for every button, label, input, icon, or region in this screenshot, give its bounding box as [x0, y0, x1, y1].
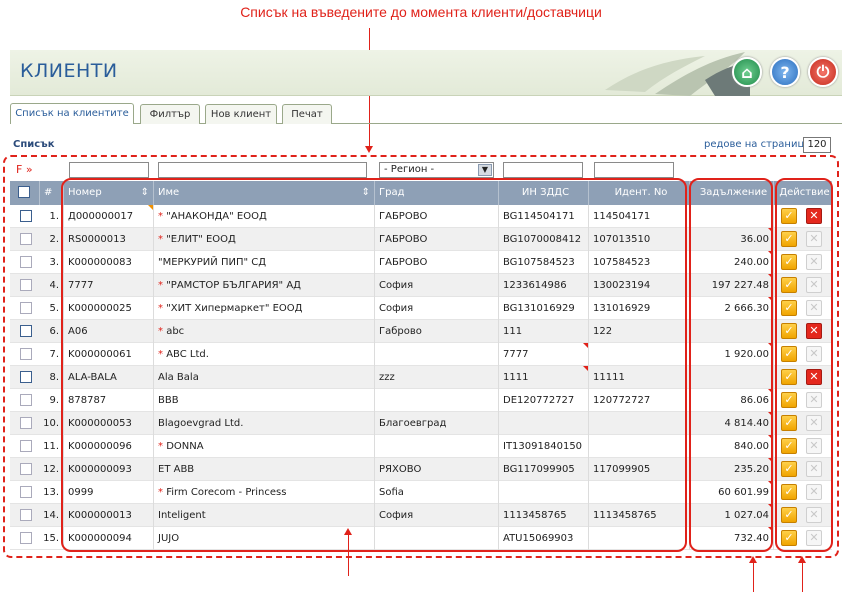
cell-n-text: 5. [49, 303, 59, 314]
select-all-checkbox[interactable] [18, 186, 30, 198]
cell-n-text: 7. [49, 349, 59, 360]
birds-decoration [605, 52, 750, 96]
row-checkbox[interactable] [20, 302, 32, 314]
home-button[interactable]: ⌂ [732, 57, 762, 87]
tab-filter[interactable]: Филтър [140, 104, 200, 124]
tab-bar: Списък на клиентите Филтър Нов клиент Пе… [10, 103, 842, 124]
tab-print[interactable]: Печат [282, 104, 332, 124]
region-select-value: - Регион - [384, 164, 435, 175]
cell-n-text: 14. [43, 510, 59, 521]
cell-n-text: 9. [49, 395, 59, 406]
cell-n-text: 11. [43, 441, 59, 452]
row-checkbox[interactable] [20, 371, 32, 383]
annotation-action-column [775, 178, 833, 552]
annotation-arrowhead-top [365, 146, 373, 153]
row-checkbox[interactable] [20, 394, 32, 406]
logout-button[interactable]: ⏻ [808, 57, 838, 87]
filter-vat-input[interactable] [503, 162, 583, 178]
cell-n-text: 2. [49, 234, 59, 245]
cell-n-text: 3. [49, 257, 59, 268]
annotation-arrow-debt [753, 562, 754, 592]
cell-n-text: 6. [49, 326, 59, 337]
row-checkbox[interactable] [20, 279, 32, 291]
cell-n-text: 12. [43, 464, 59, 475]
row-checkbox[interactable] [20, 325, 32, 337]
cell-n-text: 15. [43, 533, 59, 544]
help-button[interactable]: ? [770, 57, 800, 87]
filter-name-input[interactable] [158, 162, 367, 178]
annotation-main-columns [61, 178, 687, 552]
annotation-arrow-action [802, 562, 803, 592]
cell-n-text: 10. [43, 418, 59, 429]
rows-per-page-input[interactable]: 120 [803, 137, 831, 153]
annotation-debt-column [689, 178, 773, 552]
filter-label[interactable]: F » [16, 163, 33, 176]
region-select[interactable]: - Регион - ▼ [379, 162, 494, 178]
row-checkbox[interactable] [20, 463, 32, 475]
row-checkbox[interactable] [20, 210, 32, 222]
cell-n-text: 13. [43, 487, 59, 498]
row-checkbox[interactable] [20, 256, 32, 268]
page-header: КЛИЕНТИ ⌂ ? ⏻ [10, 50, 842, 96]
filter-ident-input[interactable] [594, 162, 674, 178]
cell-n-text: 1. [49, 211, 59, 222]
row-checkbox[interactable] [20, 440, 32, 452]
tab-client-list[interactable]: Списък на клиентите [10, 103, 134, 124]
list-label: Списък [13, 139, 55, 150]
annotation-arrow-main [348, 534, 349, 576]
row-checkbox[interactable] [20, 532, 32, 544]
cell-n-text: 4. [49, 280, 59, 291]
page-title: КЛИЕНТИ [20, 60, 118, 82]
row-checkbox[interactable] [20, 233, 32, 245]
row-checkbox[interactable] [20, 348, 32, 360]
cell-n-text: 8. [49, 372, 59, 383]
row-checkbox[interactable] [20, 509, 32, 521]
select-all-cell [10, 181, 40, 205]
filter-code-input[interactable] [69, 162, 149, 178]
row-checkbox[interactable] [20, 486, 32, 498]
tab-new-client[interactable]: Нов клиент [205, 104, 277, 124]
chevron-down-icon: ▼ [478, 164, 492, 176]
row-checkbox[interactable] [20, 417, 32, 429]
annotation-caption: Списък на въведените до момента клиенти/… [240, 4, 602, 20]
